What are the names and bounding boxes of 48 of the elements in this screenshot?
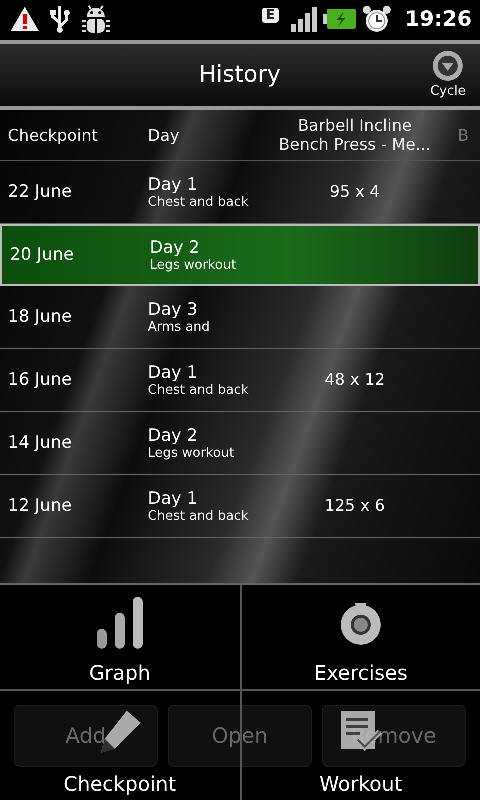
day-label: Day 3	[148, 300, 199, 320]
cycle-button[interactable]: Cycle	[430, 50, 466, 99]
bar-chart-icon	[95, 595, 145, 651]
menu-label: Workout	[320, 772, 402, 796]
table-row[interactable]: 14 June Day 2 Legs workout	[0, 412, 480, 475]
date-cell-text: 20 June	[9, 245, 76, 265]
day-label: Day 1	[148, 488, 199, 508]
table-row[interactable]: 18 June Day 3 Arms and	[0, 286, 480, 349]
alarm-clock-icon	[362, 4, 392, 34]
table-row[interactable]: 12 June Day 1 Chest and back 125 x 6	[0, 475, 480, 538]
screen-title: History	[199, 62, 281, 88]
column-header[interactable]: Barbell Incline Bench Press - Me...	[260, 116, 450, 154]
clock-time: 19:26	[405, 7, 472, 31]
menu-item[interactable]: Exercises	[240, 585, 480, 691]
gear-icon	[338, 600, 384, 646]
day-label: Day 2	[150, 238, 201, 258]
column-header[interactable]: B	[450, 126, 480, 144]
dropdown-icon	[432, 50, 464, 82]
column-header[interactable]: Checkpoint	[0, 126, 140, 144]
date-cell-text: 22 June	[7, 182, 74, 202]
sets-cell: 95 x 4	[330, 182, 380, 201]
date-cell-text: 12 June	[7, 496, 74, 516]
table-row[interactable]: 16 June Day 1 Chest and back 48 x 12	[0, 349, 480, 412]
menu-label: Exercises	[314, 661, 408, 685]
workout-name: Chest and back	[148, 194, 250, 210]
signal-icon	[290, 6, 318, 32]
warning-icon	[10, 6, 40, 32]
day-label: Day 2	[148, 426, 199, 446]
table-row[interactable]: 20 June Day 2 Legs workout	[0, 224, 480, 286]
workout-name: Legs workout	[148, 446, 236, 460]
usb-icon	[49, 5, 71, 33]
menu-label: Checkpoint	[64, 772, 176, 796]
network-badge: E	[262, 8, 280, 23]
column-header[interactable]: Day	[140, 126, 260, 144]
sets-cell: 48 x 12	[324, 370, 386, 389]
workout-name: Chest and back	[148, 382, 250, 398]
date-cell-text: 14 June	[7, 433, 74, 453]
bug-icon	[80, 4, 112, 34]
day-label: Day 1	[148, 362, 199, 382]
date-cell-text: 16 June	[7, 370, 74, 390]
battery-icon	[323, 8, 358, 30]
sets-cell: 125 x 6	[324, 496, 386, 515]
day-label: Day 1	[148, 174, 199, 194]
menu-label: Graph	[89, 661, 151, 685]
date-cell-text: 18 June	[7, 307, 74, 327]
workout-name: Chest and back	[148, 508, 250, 524]
workout-name: Legs workout	[150, 258, 238, 272]
workout-name: Arms and	[148, 320, 212, 334]
